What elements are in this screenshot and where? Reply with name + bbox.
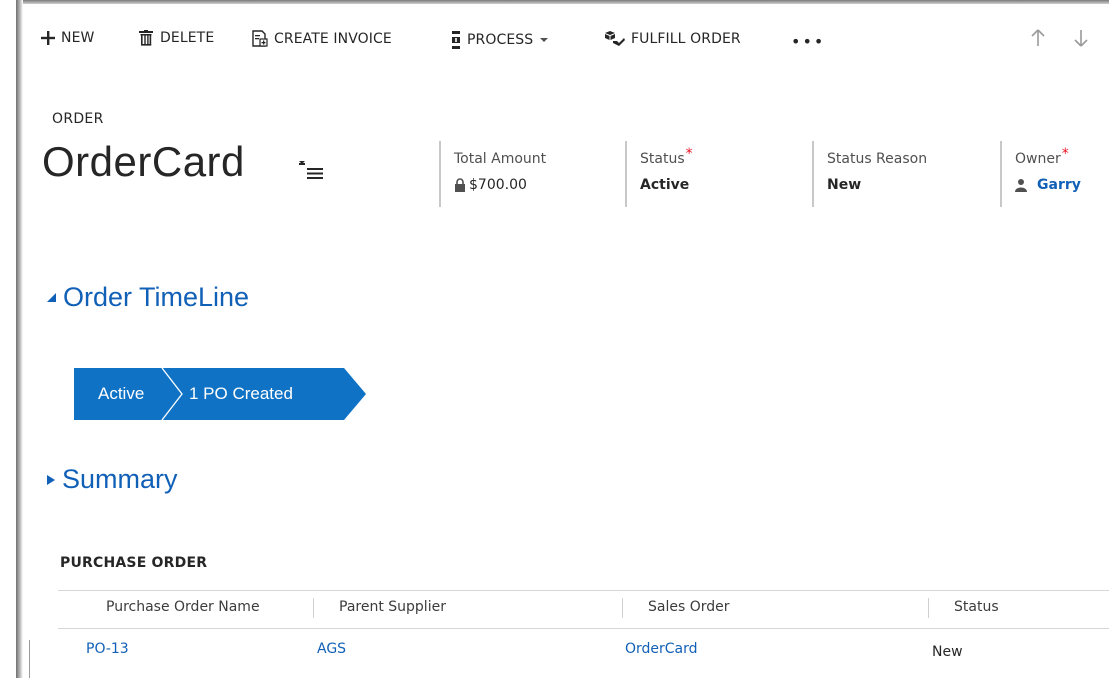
total-amount-label: Total Amount (454, 151, 547, 167)
section-summary[interactable]: Summary (46, 464, 178, 495)
section-summary-title: Summary (62, 464, 178, 494)
section-order-timeline[interactable]: Order TimeLine (46, 282, 249, 313)
column-divider (313, 598, 314, 618)
create-invoice-label: CREATE INVOICE (274, 30, 392, 47)
cell-status: New (932, 644, 963, 660)
cell-parent-supplier[interactable]: AGS (317, 641, 346, 657)
plus-icon (41, 31, 55, 45)
owner-link[interactable]: Garry (1037, 177, 1081, 193)
owner-value-row[interactable]: Garry (1015, 177, 1109, 193)
stage-bar: Active 1 PO Created (74, 368, 366, 420)
next-record-button[interactable] (1074, 29, 1088, 51)
list-menu-icon (299, 161, 323, 179)
cell-purchase-order-name[interactable]: PO-13 (86, 641, 129, 657)
section-order-timeline-title: Order TimeLine (63, 282, 250, 312)
expand-triangle-icon (47, 474, 55, 485)
form-window: NEW DELETE CREATE INVOICE PROCESS FULFIL… (0, 0, 1109, 678)
process-button[interactable]: PROCESS (451, 30, 549, 50)
process-icon (452, 31, 460, 49)
fulfill-icon (605, 31, 625, 46)
column-header-purchase-order-name[interactable]: Purchase Order Name (106, 599, 260, 615)
subgrid-title: PURCHASE ORDER (60, 555, 208, 571)
status-value[interactable]: Active (640, 177, 693, 193)
status-label-text: Status (640, 151, 685, 167)
subgrid-header: Purchase Order Name Parent Supplier Sale… (58, 590, 1109, 629)
owner-field[interactable]: Owner* Garry (1000, 141, 1109, 207)
create-invoice-button[interactable]: CREATE INVOICE (251, 30, 392, 47)
owner-label: Owner* (1015, 146, 1109, 167)
required-asterisk: * (685, 146, 693, 162)
status-label: Status* (640, 146, 693, 167)
status-field[interactable]: Status* Active (625, 141, 693, 207)
column-divider (622, 598, 623, 618)
stage-po-created[interactable]: 1 PO Created (189, 384, 293, 404)
invoice-icon (252, 30, 268, 47)
form-selector-button[interactable] (299, 160, 325, 184)
record-title: OrderCard (42, 138, 245, 185)
arrow-down-icon (1074, 30, 1088, 47)
user-icon (1015, 179, 1027, 192)
lock-icon (455, 178, 465, 192)
fulfill-order-label: FULFILL ORDER (631, 31, 741, 47)
column-divider (928, 598, 929, 618)
previous-record-button[interactable] (1031, 29, 1045, 51)
status-reason-value[interactable]: New (827, 177, 927, 193)
column-header-status[interactable]: Status (954, 599, 999, 615)
stage-active[interactable]: Active (98, 384, 144, 404)
new-label: NEW (61, 30, 95, 46)
window-left-shadow (16, 0, 23, 678)
delete-label: DELETE (160, 30, 215, 46)
status-reason-field[interactable]: Status Reason New (812, 141, 927, 207)
cell-sales-order[interactable]: OrderCard (625, 641, 698, 657)
more-commands-button[interactable]: ••• (791, 32, 825, 51)
required-asterisk: * (1061, 146, 1069, 162)
total-amount-field: Total Amount $700.00 (439, 141, 546, 207)
fulfill-order-button[interactable]: FULFILL ORDER (605, 30, 741, 48)
process-label: PROCESS (467, 32, 534, 48)
arrow-up-icon (1031, 29, 1045, 46)
trash-icon (139, 30, 153, 46)
window-top-shadow (16, 0, 1109, 4)
chevron-down-icon (540, 38, 549, 42)
command-bar: NEW DELETE CREATE INVOICE PROCESS FULFIL… (23, 4, 1109, 66)
more-icon: ••• (791, 32, 826, 51)
column-header-sales-order[interactable]: Sales Order (648, 599, 730, 615)
delete-button[interactable]: DELETE (138, 30, 214, 46)
total-amount-value-row: $700.00 (454, 177, 546, 193)
text-cursor-marker (29, 640, 30, 678)
owner-label-text: Owner (1015, 151, 1061, 167)
column-header-parent-supplier[interactable]: Parent Supplier (339, 599, 446, 615)
collapse-triangle-icon (47, 293, 56, 302)
entity-label: ORDER (52, 111, 104, 127)
new-button[interactable]: NEW (41, 30, 94, 46)
table-row[interactable]: PO-13 AGS OrderCard New (58, 628, 1109, 678)
status-reason-label: Status Reason (827, 151, 928, 167)
total-amount-value: $700.00 (469, 177, 527, 193)
